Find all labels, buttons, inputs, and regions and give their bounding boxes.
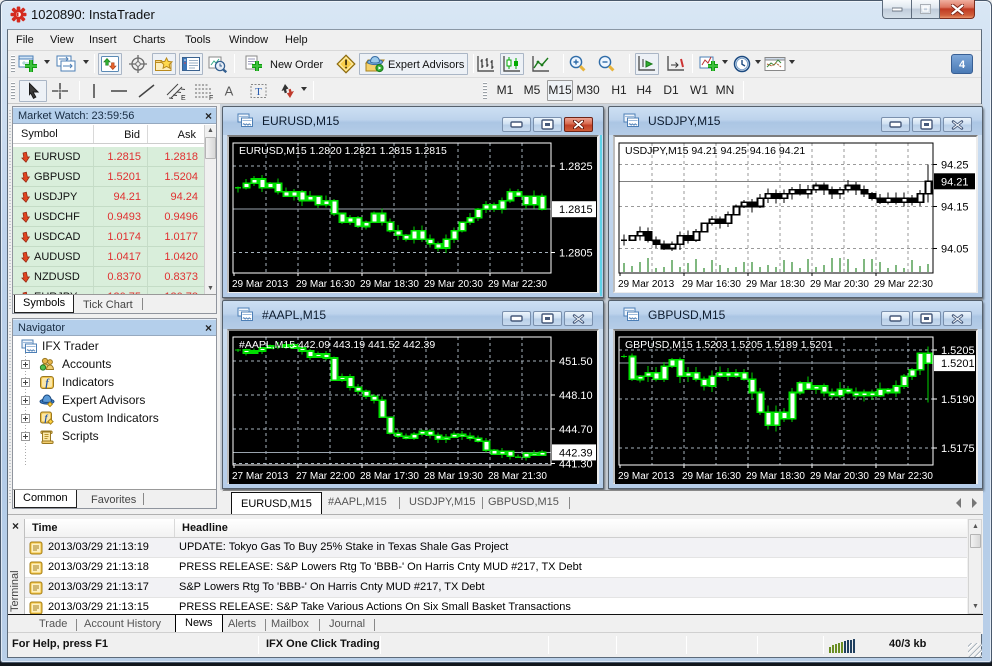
svg-text:29 Mar 16:30: 29 Mar 16:30 bbox=[682, 279, 741, 290]
svg-text:28 Mar 21:30: 28 Mar 21:30 bbox=[488, 471, 547, 482]
svg-text:29 Mar 20:30: 29 Mar 20:30 bbox=[424, 279, 483, 290]
svg-text:444.70: 444.70 bbox=[559, 424, 593, 436]
svg-text:1.5190: 1.5190 bbox=[941, 394, 975, 406]
svg-text:1.2825: 1.2825 bbox=[559, 161, 593, 173]
svg-text:27 Mar 2013: 27 Mar 2013 bbox=[232, 471, 289, 482]
svg-text:F: F bbox=[209, 95, 213, 101]
svg-text:451.50: 451.50 bbox=[559, 356, 593, 368]
svg-text:29 Mar 2013: 29 Mar 2013 bbox=[618, 471, 675, 482]
svg-text:A: A bbox=[225, 84, 234, 99]
svg-text:USDJPY,M15 94.21 94.25 94.16: USDJPY,M15 94.21 94.25 94.16 94.21 bbox=[625, 145, 805, 157]
svg-text:29 Mar 2013: 29 Mar 2013 bbox=[232, 279, 289, 290]
svg-text:29 Mar 22:30: 29 Mar 22:30 bbox=[874, 471, 933, 482]
svg-text:29 Mar 16:30: 29 Mar 16:30 bbox=[296, 279, 355, 290]
svg-text:29 Mar 16:30: 29 Mar 16:30 bbox=[682, 471, 741, 482]
svg-text:1.2805: 1.2805 bbox=[559, 247, 593, 259]
svg-text:28 Mar 17:30: 28 Mar 17:30 bbox=[360, 471, 419, 482]
svg-text:29 Mar 20:30: 29 Mar 20:30 bbox=[810, 471, 869, 482]
svg-text:29 Mar 18:30: 29 Mar 18:30 bbox=[746, 471, 805, 482]
svg-text:29 Mar 20:30: 29 Mar 20:30 bbox=[810, 279, 869, 290]
svg-text:94.25: 94.25 bbox=[941, 160, 969, 172]
svg-text:1.5201: 1.5201 bbox=[941, 358, 975, 370]
svg-text:94.21: 94.21 bbox=[941, 176, 969, 188]
svg-text:T: T bbox=[255, 86, 262, 98]
svg-text:4: 4 bbox=[959, 59, 966, 71]
svg-text:442.39: 442.39 bbox=[559, 447, 593, 459]
svg-text:94.05: 94.05 bbox=[941, 244, 969, 256]
svg-text:29 Mar 22:30: 29 Mar 22:30 bbox=[874, 279, 933, 290]
svg-text:28 Mar 19:30: 28 Mar 19:30 bbox=[424, 471, 483, 482]
svg-text:#AAPL,M15 442.09 443.19 441.5: #AAPL,M15 442.09 443.19 441.52 442.39 bbox=[239, 339, 435, 351]
svg-text:29 Mar 2013: 29 Mar 2013 bbox=[618, 279, 675, 290]
svg-text:E: E bbox=[181, 95, 186, 101]
svg-text:GBPUSD,M15 1.5203 1.5205 1.51: GBPUSD,M15 1.5203 1.5205 1.5189 1.5201 bbox=[625, 339, 833, 351]
svg-text:27 Mar 22:00: 27 Mar 22:00 bbox=[296, 471, 355, 482]
svg-text:29 Mar 22:30: 29 Mar 22:30 bbox=[488, 279, 547, 290]
svg-text:EURUSD,M15 1.2820 1.2821 1.28: EURUSD,M15 1.2820 1.2821 1.2815 1.2815 bbox=[239, 145, 447, 157]
svg-text:1.5175: 1.5175 bbox=[941, 443, 975, 455]
svg-text:29 Mar 18:30: 29 Mar 18:30 bbox=[746, 279, 805, 290]
svg-text:94.15: 94.15 bbox=[941, 202, 969, 214]
svg-text:1.2815: 1.2815 bbox=[559, 204, 593, 216]
svg-text:29 Mar 18:30: 29 Mar 18:30 bbox=[360, 279, 419, 290]
svg-text:448.10: 448.10 bbox=[559, 390, 593, 402]
